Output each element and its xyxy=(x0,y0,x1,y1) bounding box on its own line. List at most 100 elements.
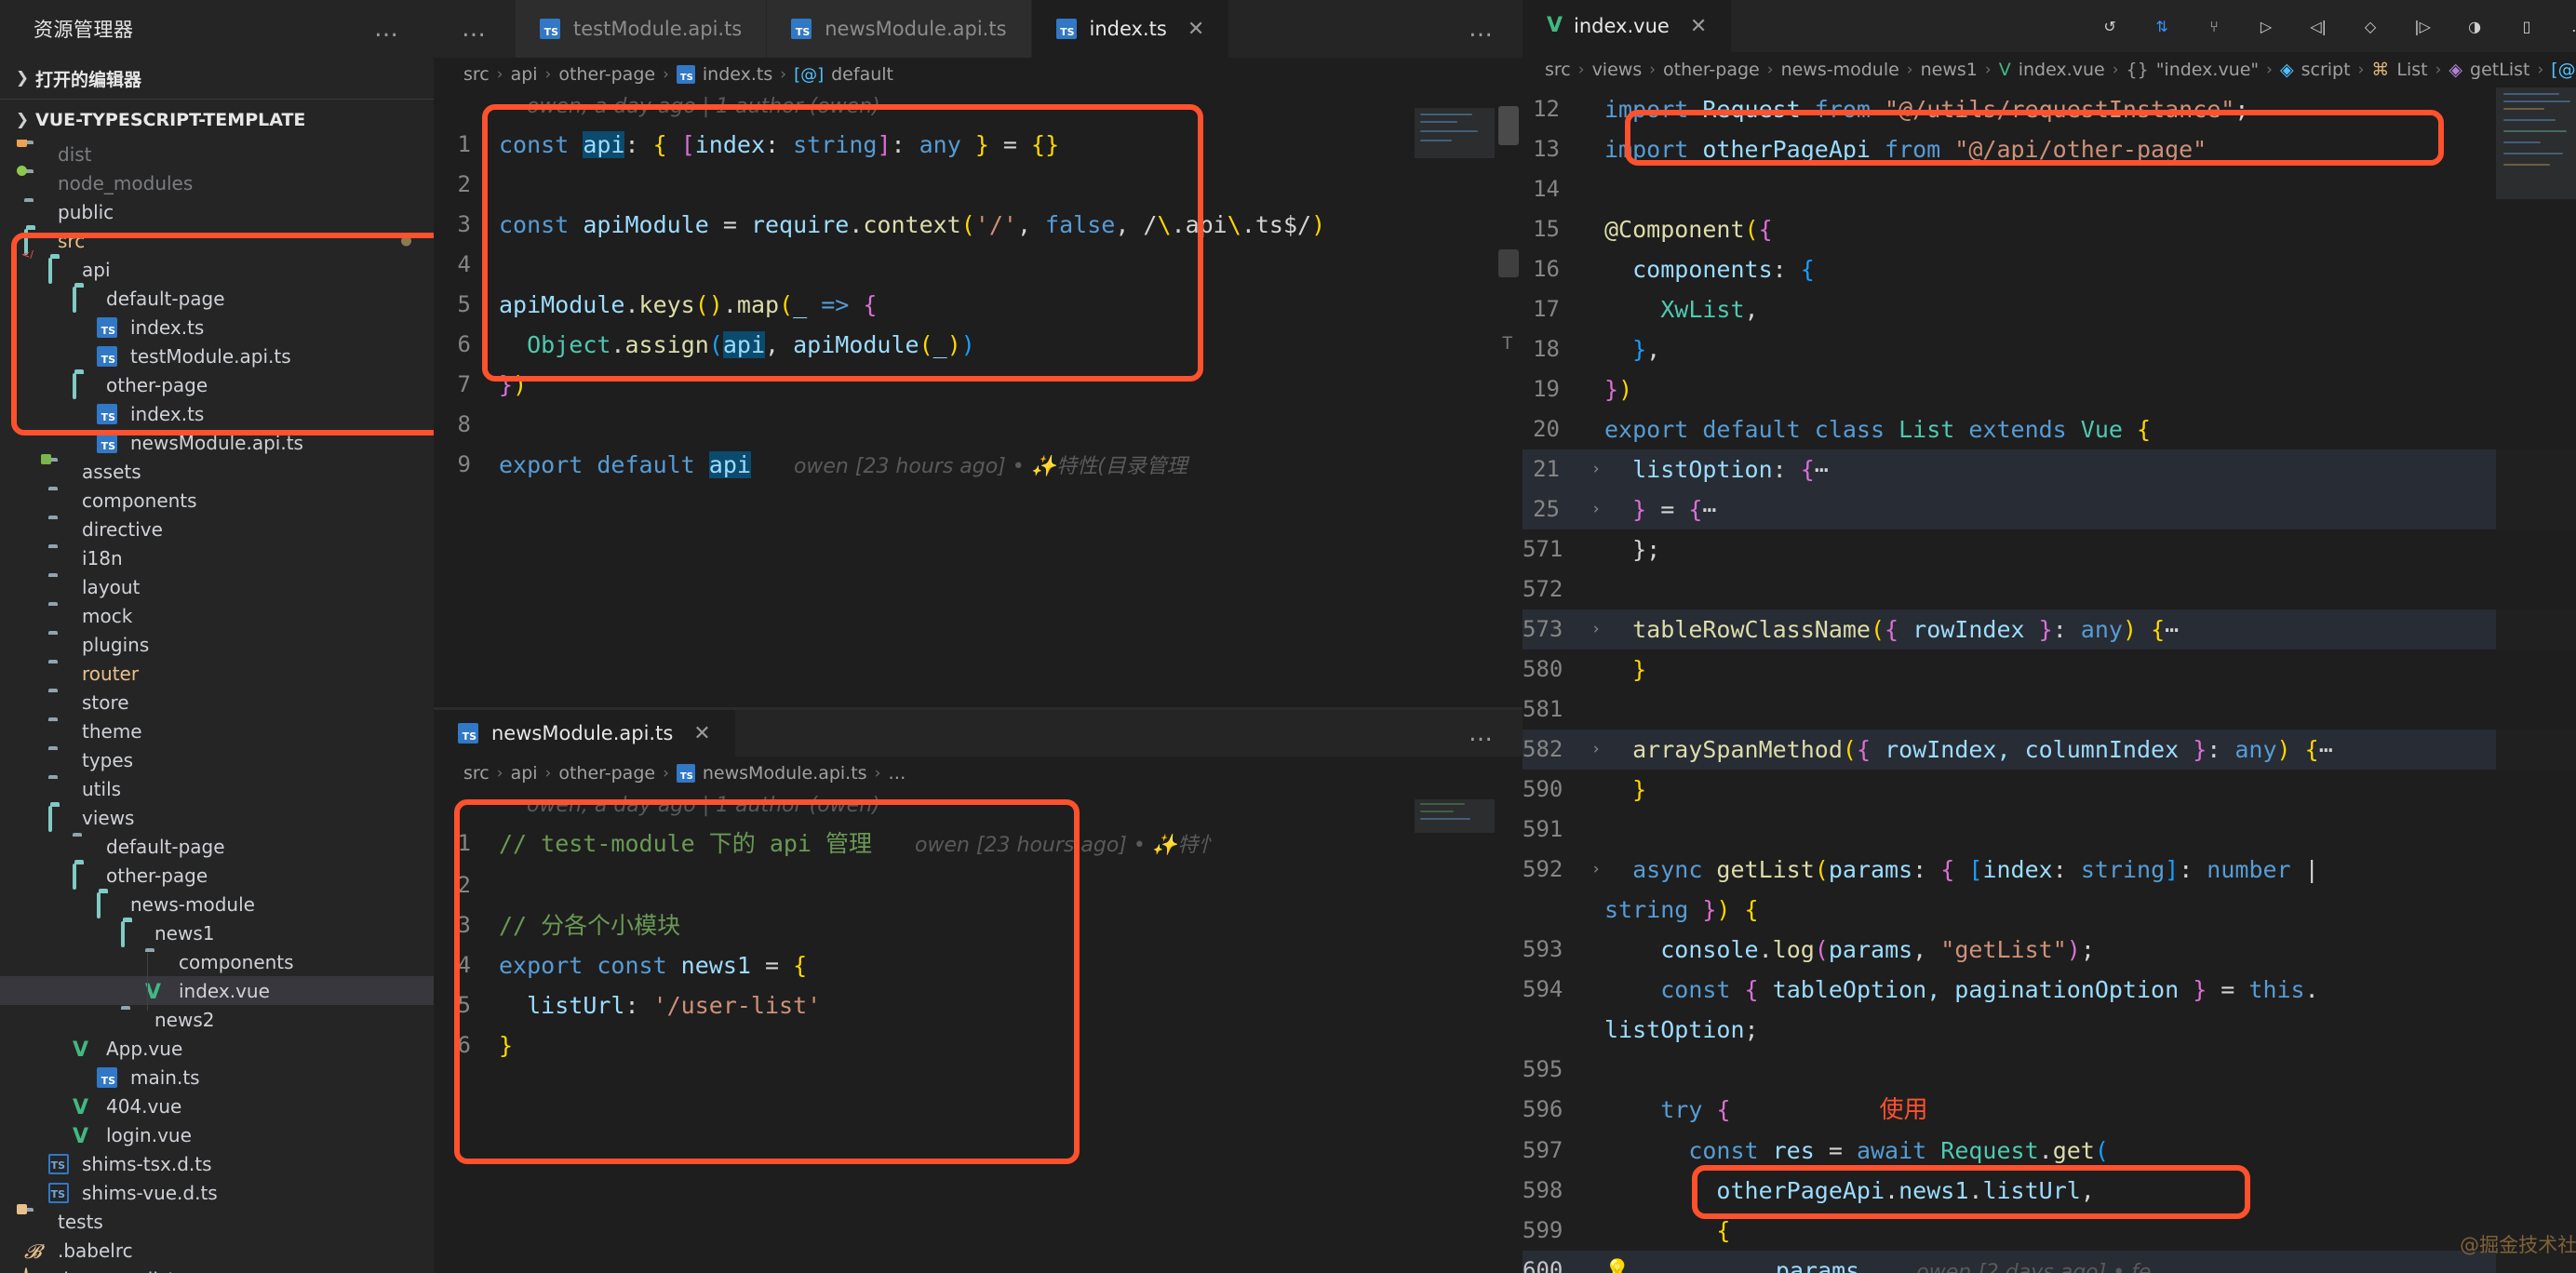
code-area-right[interactable]: 12 import Request from "@/utils/requestIn… xyxy=(1523,87,2576,1273)
tree-item-public[interactable]: public xyxy=(0,197,434,226)
tab-index-vue[interactable]: V index.vue ✕ xyxy=(1523,0,1732,52)
history-icon[interactable]: ↺ xyxy=(2096,12,2124,40)
code-line[interactable]: 571 }; xyxy=(1523,529,2576,570)
tree-item-index-ts[interactable]: TS index.ts xyxy=(0,313,434,342)
tree-item-theme[interactable]: theme xyxy=(0,717,434,745)
code-area-bottom[interactable]: owen, a day ago | 1 author (owen) 1 // te… xyxy=(434,790,1523,1273)
breadcrumb-item[interactable]: views xyxy=(1592,60,1643,80)
breadcrumb-item[interactable]: src xyxy=(463,763,490,784)
tree-item-i18n[interactable]: i18n xyxy=(0,543,434,572)
explorer-more-icon[interactable]: … xyxy=(374,17,400,41)
close-icon[interactable]: ✕ xyxy=(1690,15,1707,38)
tree-item-testmodule-api-ts[interactable]: TS testModule.api.ts xyxy=(0,342,434,370)
more-actions-icon[interactable]: … xyxy=(2565,12,2576,40)
tree-item-news2[interactable]: news2 xyxy=(0,1005,434,1034)
tree-item-default-page[interactable]: default-page xyxy=(0,832,434,861)
code-line[interactable]: 17 XwList, xyxy=(1523,289,2576,329)
breadcrumb-item[interactable]: api xyxy=(511,64,538,85)
breadcrumb-item[interactable]: src xyxy=(463,64,490,85)
code-line[interactable]: 598 otherPageApi.news1.listUrl, xyxy=(1523,1171,2576,1211)
code-line[interactable]: 3 const apiModule = require.context('/', … xyxy=(434,205,1523,245)
breadcrumb-item[interactable]: default xyxy=(831,64,893,85)
clock-icon[interactable]: ◑ xyxy=(2461,12,2489,40)
tree-item-404-vue[interactable]: V 404.vue xyxy=(0,1092,434,1120)
editor-actions-more-icon[interactable]: … xyxy=(1441,0,1523,58)
breadcrumb-item[interactable]: news-module xyxy=(1781,60,1899,80)
breadcrumb-item[interactable]: other-page xyxy=(558,763,655,784)
fold-chevron-icon[interactable]: › xyxy=(1588,489,1604,529)
code-line[interactable]: 2 xyxy=(434,165,1523,205)
tree-item-shims-tsx-d-ts[interactable]: TS shims-tsx.d.ts xyxy=(0,1149,434,1178)
code-line[interactable]: 595 xyxy=(1523,1050,2576,1090)
tab-overflow-icon[interactable]: … xyxy=(434,0,516,58)
tree-item-views[interactable]: views xyxy=(0,803,434,832)
tree-item--babelrc[interactable]: 𝓑 .babelrc xyxy=(0,1236,434,1265)
fold-chevron-icon[interactable]: › xyxy=(1588,730,1604,770)
bookmark-icon[interactable]: ◇ xyxy=(2356,12,2384,40)
code-line[interactable]: 600 💡 params, owen [2 days ago] • fe xyxy=(1523,1251,2576,1273)
code-line[interactable]: 18 }, xyxy=(1523,329,2576,369)
code-line[interactable]: 13 import otherPageApi from "@/api/other-… xyxy=(1523,129,2576,169)
code-line[interactable]: 594 const { tableOption, paginationOptio… xyxy=(1523,970,2576,1010)
fold-chevron-icon[interactable]: › xyxy=(1588,449,1604,489)
minimap-bottom[interactable] xyxy=(1415,790,1495,1273)
code-line[interactable]: 4 xyxy=(434,245,1523,285)
tree-item-other-page[interactable]: other-page xyxy=(0,370,434,399)
tree-item-directive[interactable]: directive xyxy=(0,515,434,543)
tree-item-news-module[interactable]: news-module xyxy=(0,890,434,918)
code-line[interactable]: 591 xyxy=(1523,810,2576,850)
code-line[interactable]: 4 export const news1 = { xyxy=(434,945,1523,985)
tree-item-src[interactable]: src xyxy=(0,226,434,255)
tree-item-plugins[interactable]: plugins xyxy=(0,630,434,659)
tree-item-index-ts[interactable]: TS index.ts xyxy=(0,399,434,428)
code-line[interactable]: 593 console.log(params, "getList"); xyxy=(1523,930,2576,970)
breadcrumb-item[interactable]: src xyxy=(1545,60,1571,80)
tab-newsmodule-api-ts-bottom[interactable]: TS newsModule.api.ts ✕ xyxy=(434,710,736,757)
close-icon[interactable]: ✕ xyxy=(1187,18,1204,41)
code-line[interactable]: 8 xyxy=(434,405,1523,445)
tree-item-default-page[interactable]: default-page xyxy=(0,284,434,313)
breadcrumb-bottom[interactable]: src › api › other-page › TS newsModule.api.ts ›… xyxy=(434,757,1523,790)
tree-item-router[interactable]: router xyxy=(0,659,434,688)
code-line[interactable]: 6 Object.assign(api, apiModule(_)) xyxy=(434,325,1523,365)
code-line[interactable]: 596 try {使用 xyxy=(1523,1090,2576,1131)
tab-newsmodule-api-ts[interactable]: TS newsModule.api.ts xyxy=(767,0,1032,58)
tree-item-app-vue[interactable]: V App.vue xyxy=(0,1034,434,1063)
sync-changes-icon[interactable]: ⇅ xyxy=(2148,12,2176,40)
tree-item-components[interactable]: components xyxy=(0,486,434,515)
editor-scrollbar-top[interactable]: T xyxy=(1495,91,1523,707)
breadcrumb-item[interactable]: news1 xyxy=(1921,60,1978,80)
editor-scrollbar-bottom[interactable] xyxy=(1495,790,1523,1273)
file-tree[interactable]: dist node_modulespublic src api default-page… xyxy=(0,140,434,1273)
code-line[interactable]: 19}) xyxy=(1523,369,2576,409)
code-line[interactable]: 597 const res = await Request.get( xyxy=(1523,1131,2576,1171)
tree-item-newsmodule-api-ts[interactable]: TS newsModule.api.ts xyxy=(0,428,434,457)
breadcrumb-item[interactable]: "index.vue" xyxy=(2156,60,2259,80)
code-line[interactable]: 12 import Request from "@/utils/requestIn… xyxy=(1523,89,2576,129)
code-line[interactable]: listOption; xyxy=(1523,1010,2576,1050)
tree-item-assets[interactable]: assets xyxy=(0,457,434,486)
fold-chevron-icon[interactable]: › xyxy=(1588,850,1604,890)
minimap-top[interactable] xyxy=(1415,91,1495,707)
lightbulb-icon[interactable]: 💡 xyxy=(1604,1251,1630,1273)
code-line[interactable]: 5 apiModule.keys().map(_ => { xyxy=(434,285,1523,325)
tree-item-dist[interactable]: dist xyxy=(0,140,434,168)
breadcrumb-item[interactable]: newsModule.api.ts xyxy=(703,763,867,784)
breadcrumb-item[interactable]: index.vue xyxy=(2019,60,2105,80)
tab-testmodule-api-ts[interactable]: TS testModule.api.ts xyxy=(516,0,768,58)
breadcrumb-item[interactable]: … xyxy=(888,763,906,784)
code-line[interactable]: 580 } xyxy=(1523,650,2576,690)
code-line[interactable]: 15 @Component({ xyxy=(1523,209,2576,249)
split-editor-icon[interactable]: ▯ xyxy=(2513,12,2541,40)
breadcrumb-top[interactable]: src › api › other-page › TS index.ts › [@] default xyxy=(434,58,1523,91)
code-area-top[interactable]: owen, a day ago | 1 author (owen) 1 const… xyxy=(434,91,1523,707)
close-icon[interactable]: ✕ xyxy=(693,722,710,745)
minimap-right[interactable] xyxy=(2496,87,2576,1273)
tree-item-layout[interactable]: layout xyxy=(0,572,434,601)
tree-item-index-vue[interactable]: Vindex.vue xyxy=(0,976,434,1005)
fold-chevron-icon[interactable]: › xyxy=(1588,610,1604,650)
code-line[interactable]: 25 › } = {⋯ xyxy=(1523,489,2576,529)
tree-item-tests[interactable]: tests xyxy=(0,1207,434,1236)
code-line[interactable]: string }) { xyxy=(1523,890,2576,930)
code-line[interactable]: 21 › listOption: {⋯ xyxy=(1523,449,2576,489)
